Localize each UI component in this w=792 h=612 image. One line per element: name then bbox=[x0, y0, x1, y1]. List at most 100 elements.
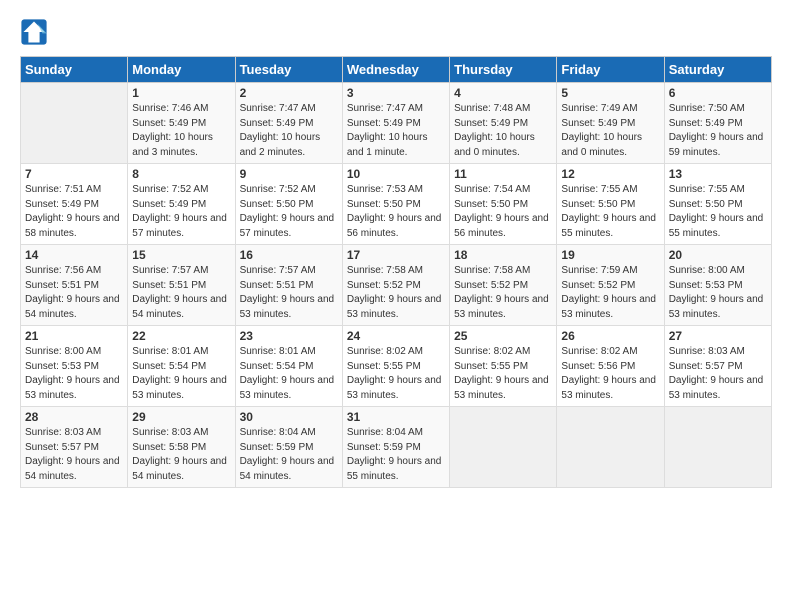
day-number: 10 bbox=[347, 167, 445, 181]
calendar-row: 1 Sunrise: 7:46 AMSunset: 5:49 PMDayligh… bbox=[21, 83, 772, 164]
calendar-cell: 4 Sunrise: 7:48 AMSunset: 5:49 PMDayligh… bbox=[450, 83, 557, 164]
calendar-cell: 22 Sunrise: 8:01 AMSunset: 5:54 PMDaylig… bbox=[128, 326, 235, 407]
cell-info: Sunrise: 7:57 AMSunset: 5:51 PMDaylight:… bbox=[240, 264, 338, 322]
day-header: Saturday bbox=[664, 57, 771, 83]
calendar-cell: 17 Sunrise: 7:58 AMSunset: 5:52 PMDaylig… bbox=[342, 245, 449, 326]
day-number: 15 bbox=[132, 248, 230, 262]
day-number: 8 bbox=[132, 167, 230, 181]
day-number: 16 bbox=[240, 248, 338, 262]
day-header: Sunday bbox=[21, 57, 128, 83]
calendar-cell: 6 Sunrise: 7:50 AMSunset: 5:49 PMDayligh… bbox=[664, 83, 771, 164]
calendar-cell: 13 Sunrise: 7:55 AMSunset: 5:50 PMDaylig… bbox=[664, 164, 771, 245]
calendar-row: 7 Sunrise: 7:51 AMSunset: 5:49 PMDayligh… bbox=[21, 164, 772, 245]
day-number: 5 bbox=[561, 86, 659, 100]
calendar-cell bbox=[21, 83, 128, 164]
day-number: 27 bbox=[669, 329, 767, 343]
calendar-cell: 26 Sunrise: 8:02 AMSunset: 5:56 PMDaylig… bbox=[557, 326, 664, 407]
cell-info: Sunrise: 8:02 AMSunset: 5:55 PMDaylight:… bbox=[347, 345, 445, 403]
cell-info: Sunrise: 8:01 AMSunset: 5:54 PMDaylight:… bbox=[132, 345, 230, 403]
day-header: Wednesday bbox=[342, 57, 449, 83]
cell-info: Sunrise: 8:04 AMSunset: 5:59 PMDaylight:… bbox=[347, 426, 445, 484]
day-number: 21 bbox=[25, 329, 123, 343]
calendar-row: 21 Sunrise: 8:00 AMSunset: 5:53 PMDaylig… bbox=[21, 326, 772, 407]
cell-info: Sunrise: 7:48 AMSunset: 5:49 PMDaylight:… bbox=[454, 102, 552, 160]
cell-info: Sunrise: 8:02 AMSunset: 5:55 PMDaylight:… bbox=[454, 345, 552, 403]
calendar-cell: 21 Sunrise: 8:00 AMSunset: 5:53 PMDaylig… bbox=[21, 326, 128, 407]
cell-info: Sunrise: 7:49 AMSunset: 5:49 PMDaylight:… bbox=[561, 102, 659, 160]
day-number: 7 bbox=[25, 167, 123, 181]
cell-info: Sunrise: 8:01 AMSunset: 5:54 PMDaylight:… bbox=[240, 345, 338, 403]
calendar-cell: 18 Sunrise: 7:58 AMSunset: 5:52 PMDaylig… bbox=[450, 245, 557, 326]
calendar-cell: 10 Sunrise: 7:53 AMSunset: 5:50 PMDaylig… bbox=[342, 164, 449, 245]
cell-info: Sunrise: 7:52 AMSunset: 5:50 PMDaylight:… bbox=[240, 183, 338, 241]
calendar-cell: 31 Sunrise: 8:04 AMSunset: 5:59 PMDaylig… bbox=[342, 407, 449, 488]
calendar-cell bbox=[557, 407, 664, 488]
calendar-cell: 24 Sunrise: 8:02 AMSunset: 5:55 PMDaylig… bbox=[342, 326, 449, 407]
day-number: 24 bbox=[347, 329, 445, 343]
cell-info: Sunrise: 8:03 AMSunset: 5:57 PMDaylight:… bbox=[669, 345, 767, 403]
calendar-table: SundayMondayTuesdayWednesdayThursdayFrid… bbox=[20, 56, 772, 488]
calendar-cell: 9 Sunrise: 7:52 AMSunset: 5:50 PMDayligh… bbox=[235, 164, 342, 245]
calendar-cell bbox=[664, 407, 771, 488]
cell-info: Sunrise: 7:47 AMSunset: 5:49 PMDaylight:… bbox=[240, 102, 338, 160]
day-number: 4 bbox=[454, 86, 552, 100]
cell-info: Sunrise: 7:47 AMSunset: 5:49 PMDaylight:… bbox=[347, 102, 445, 160]
cell-info: Sunrise: 7:51 AMSunset: 5:49 PMDaylight:… bbox=[25, 183, 123, 241]
day-header: Thursday bbox=[450, 57, 557, 83]
calendar-cell: 23 Sunrise: 8:01 AMSunset: 5:54 PMDaylig… bbox=[235, 326, 342, 407]
cell-info: Sunrise: 7:52 AMSunset: 5:49 PMDaylight:… bbox=[132, 183, 230, 241]
day-number: 26 bbox=[561, 329, 659, 343]
calendar-cell: 1 Sunrise: 7:46 AMSunset: 5:49 PMDayligh… bbox=[128, 83, 235, 164]
day-number: 2 bbox=[240, 86, 338, 100]
calendar-cell: 29 Sunrise: 8:03 AMSunset: 5:58 PMDaylig… bbox=[128, 407, 235, 488]
calendar-cell: 11 Sunrise: 7:54 AMSunset: 5:50 PMDaylig… bbox=[450, 164, 557, 245]
day-number: 11 bbox=[454, 167, 552, 181]
cell-info: Sunrise: 7:59 AMSunset: 5:52 PMDaylight:… bbox=[561, 264, 659, 322]
cell-info: Sunrise: 7:50 AMSunset: 5:49 PMDaylight:… bbox=[669, 102, 767, 160]
calendar-cell: 12 Sunrise: 7:55 AMSunset: 5:50 PMDaylig… bbox=[557, 164, 664, 245]
calendar-row: 14 Sunrise: 7:56 AMSunset: 5:51 PMDaylig… bbox=[21, 245, 772, 326]
day-number: 28 bbox=[25, 410, 123, 424]
calendar-cell: 28 Sunrise: 8:03 AMSunset: 5:57 PMDaylig… bbox=[21, 407, 128, 488]
calendar-cell: 7 Sunrise: 7:51 AMSunset: 5:49 PMDayligh… bbox=[21, 164, 128, 245]
logo bbox=[20, 18, 50, 46]
cell-info: Sunrise: 7:55 AMSunset: 5:50 PMDaylight:… bbox=[669, 183, 767, 241]
day-number: 22 bbox=[132, 329, 230, 343]
page: SundayMondayTuesdayWednesdayThursdayFrid… bbox=[0, 0, 792, 612]
calendar-cell: 3 Sunrise: 7:47 AMSunset: 5:49 PMDayligh… bbox=[342, 83, 449, 164]
day-number: 25 bbox=[454, 329, 552, 343]
cell-info: Sunrise: 8:02 AMSunset: 5:56 PMDaylight:… bbox=[561, 345, 659, 403]
cell-info: Sunrise: 7:55 AMSunset: 5:50 PMDaylight:… bbox=[561, 183, 659, 241]
cell-info: Sunrise: 8:04 AMSunset: 5:59 PMDaylight:… bbox=[240, 426, 338, 484]
day-header: Friday bbox=[557, 57, 664, 83]
calendar-cell: 25 Sunrise: 8:02 AMSunset: 5:55 PMDaylig… bbox=[450, 326, 557, 407]
cell-info: Sunrise: 8:00 AMSunset: 5:53 PMDaylight:… bbox=[669, 264, 767, 322]
day-number: 1 bbox=[132, 86, 230, 100]
day-number: 13 bbox=[669, 167, 767, 181]
calendar-cell: 30 Sunrise: 8:04 AMSunset: 5:59 PMDaylig… bbox=[235, 407, 342, 488]
calendar-cell: 20 Sunrise: 8:00 AMSunset: 5:53 PMDaylig… bbox=[664, 245, 771, 326]
calendar-cell: 15 Sunrise: 7:57 AMSunset: 5:51 PMDaylig… bbox=[128, 245, 235, 326]
cell-info: Sunrise: 7:58 AMSunset: 5:52 PMDaylight:… bbox=[454, 264, 552, 322]
day-number: 19 bbox=[561, 248, 659, 262]
day-header: Tuesday bbox=[235, 57, 342, 83]
day-number: 6 bbox=[669, 86, 767, 100]
cell-info: Sunrise: 8:00 AMSunset: 5:53 PMDaylight:… bbox=[25, 345, 123, 403]
calendar-cell: 14 Sunrise: 7:56 AMSunset: 5:51 PMDaylig… bbox=[21, 245, 128, 326]
calendar-cell: 5 Sunrise: 7:49 AMSunset: 5:49 PMDayligh… bbox=[557, 83, 664, 164]
logo-icon bbox=[20, 18, 48, 46]
cell-info: Sunrise: 7:46 AMSunset: 5:49 PMDaylight:… bbox=[132, 102, 230, 160]
day-number: 29 bbox=[132, 410, 230, 424]
day-number: 9 bbox=[240, 167, 338, 181]
day-number: 17 bbox=[347, 248, 445, 262]
day-number: 23 bbox=[240, 329, 338, 343]
day-number: 14 bbox=[25, 248, 123, 262]
day-number: 20 bbox=[669, 248, 767, 262]
cell-info: Sunrise: 7:56 AMSunset: 5:51 PMDaylight:… bbox=[25, 264, 123, 322]
calendar-row: 28 Sunrise: 8:03 AMSunset: 5:57 PMDaylig… bbox=[21, 407, 772, 488]
header-row: SundayMondayTuesdayWednesdayThursdayFrid… bbox=[21, 57, 772, 83]
day-number: 12 bbox=[561, 167, 659, 181]
cell-info: Sunrise: 8:03 AMSunset: 5:57 PMDaylight:… bbox=[25, 426, 123, 484]
calendar-cell bbox=[450, 407, 557, 488]
cell-info: Sunrise: 7:58 AMSunset: 5:52 PMDaylight:… bbox=[347, 264, 445, 322]
